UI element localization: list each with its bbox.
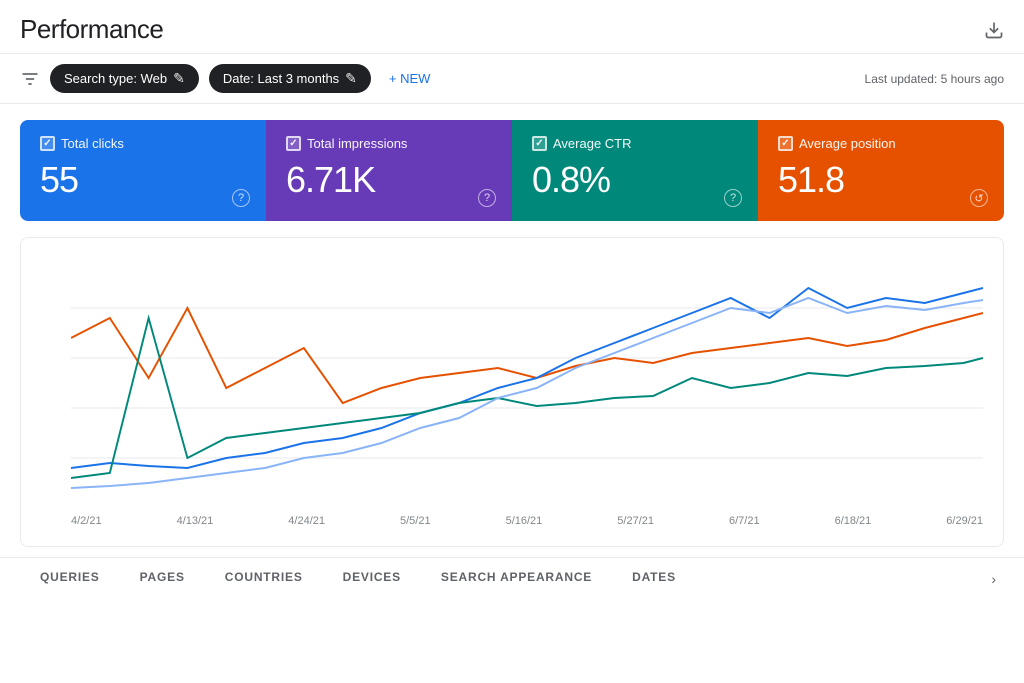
- info-icon-impressions[interactable]: ?: [478, 189, 496, 207]
- tab-scroll-right[interactable]: ›: [983, 558, 1004, 599]
- tab-countries[interactable]: COUNTRIES: [205, 558, 323, 599]
- filter-icon[interactable]: [20, 69, 40, 89]
- date-label-4: 5/5/21: [400, 515, 431, 527]
- tab-dates[interactable]: DATES: [612, 558, 696, 599]
- tab-queries[interactable]: QUERIES: [20, 558, 120, 599]
- metric-label-clicks: Total clicks: [61, 136, 124, 151]
- metric-header-clicks: ✓ Total clicks: [40, 136, 246, 151]
- metric-header-ctr: ✓ Average CTR: [532, 136, 738, 151]
- header: Performance: [0, 0, 1024, 54]
- edit-icon: ✎: [173, 70, 185, 87]
- download-icon[interactable]: [984, 20, 1004, 40]
- chart-dates: 4/2/21 4/13/21 4/24/21 5/5/21 5/16/21 5/…: [71, 511, 983, 527]
- date-label-6: 5/27/21: [617, 515, 654, 527]
- tab-search-appearance[interactable]: SEARCH APPEARANCE: [421, 558, 612, 599]
- metric-value-impressions: 6.71K: [286, 159, 492, 201]
- metric-label-ctr: Average CTR: [553, 136, 632, 151]
- date-label: Date: Last 3 months: [223, 71, 339, 86]
- new-button[interactable]: + NEW: [381, 65, 439, 92]
- toolbar: Search type: Web ✎ Date: Last 3 months ✎…: [0, 54, 1024, 104]
- performance-chart: [71, 258, 983, 508]
- checkbox-impressions[interactable]: ✓: [286, 136, 301, 151]
- info-icon-position[interactable]: ↺: [970, 189, 988, 207]
- chart-area: 4/2/21 4/13/21 4/24/21 5/5/21 5/16/21 5/…: [20, 237, 1004, 547]
- search-type-label: Search type: Web: [64, 71, 167, 86]
- header-right: [984, 20, 1004, 40]
- date-label-8: 6/18/21: [835, 515, 872, 527]
- date-label-9: 6/29/21: [946, 515, 983, 527]
- last-updated: Last updated: 5 hours ago: [865, 72, 1004, 86]
- metric-total-clicks[interactable]: ✓ Total clicks 55 ?: [20, 120, 266, 221]
- metric-avg-ctr[interactable]: ✓ Average CTR 0.8% ?: [512, 120, 758, 221]
- metric-value-clicks: 55: [40, 159, 246, 201]
- info-icon-ctr[interactable]: ?: [724, 189, 742, 207]
- metric-header-position: ✓ Average position: [778, 136, 984, 151]
- app-container: Performance Search type: Web ✎ Date: Las…: [0, 0, 1024, 683]
- bottom-tabs: QUERIES PAGES COUNTRIES DEVICES SEARCH A…: [0, 557, 1024, 599]
- metric-label-impressions: Total impressions: [307, 136, 407, 151]
- date-label-5: 5/16/21: [506, 515, 543, 527]
- tab-devices[interactable]: DEVICES: [323, 558, 421, 599]
- page-title: Performance: [20, 14, 163, 45]
- date-label-2: 4/13/21: [177, 515, 214, 527]
- tab-pages[interactable]: PAGES: [120, 558, 205, 599]
- metric-value-position: 51.8: [778, 159, 984, 201]
- metric-header-impressions: ✓ Total impressions: [286, 136, 492, 151]
- new-button-label: + NEW: [389, 71, 431, 86]
- checkbox-clicks[interactable]: ✓: [40, 136, 55, 151]
- search-type-chip[interactable]: Search type: Web ✎: [50, 64, 199, 93]
- date-label-7: 6/7/21: [729, 515, 760, 527]
- metric-value-ctr: 0.8%: [532, 159, 738, 201]
- date-label-1: 4/2/21: [71, 515, 102, 527]
- date-chip[interactable]: Date: Last 3 months ✎: [209, 64, 371, 93]
- date-label-3: 4/24/21: [288, 515, 325, 527]
- checkbox-ctr[interactable]: ✓: [532, 136, 547, 151]
- info-icon-clicks[interactable]: ?: [232, 189, 250, 207]
- checkbox-position[interactable]: ✓: [778, 136, 793, 151]
- metric-total-impressions[interactable]: ✓ Total impressions 6.71K ?: [266, 120, 512, 221]
- edit-icon-2: ✎: [345, 70, 357, 87]
- metric-label-position: Average position: [799, 136, 896, 151]
- metrics-row: ✓ Total clicks 55 ? ✓ Total impressions …: [20, 120, 1004, 221]
- metric-avg-position[interactable]: ✓ Average position 51.8 ↺: [758, 120, 1004, 221]
